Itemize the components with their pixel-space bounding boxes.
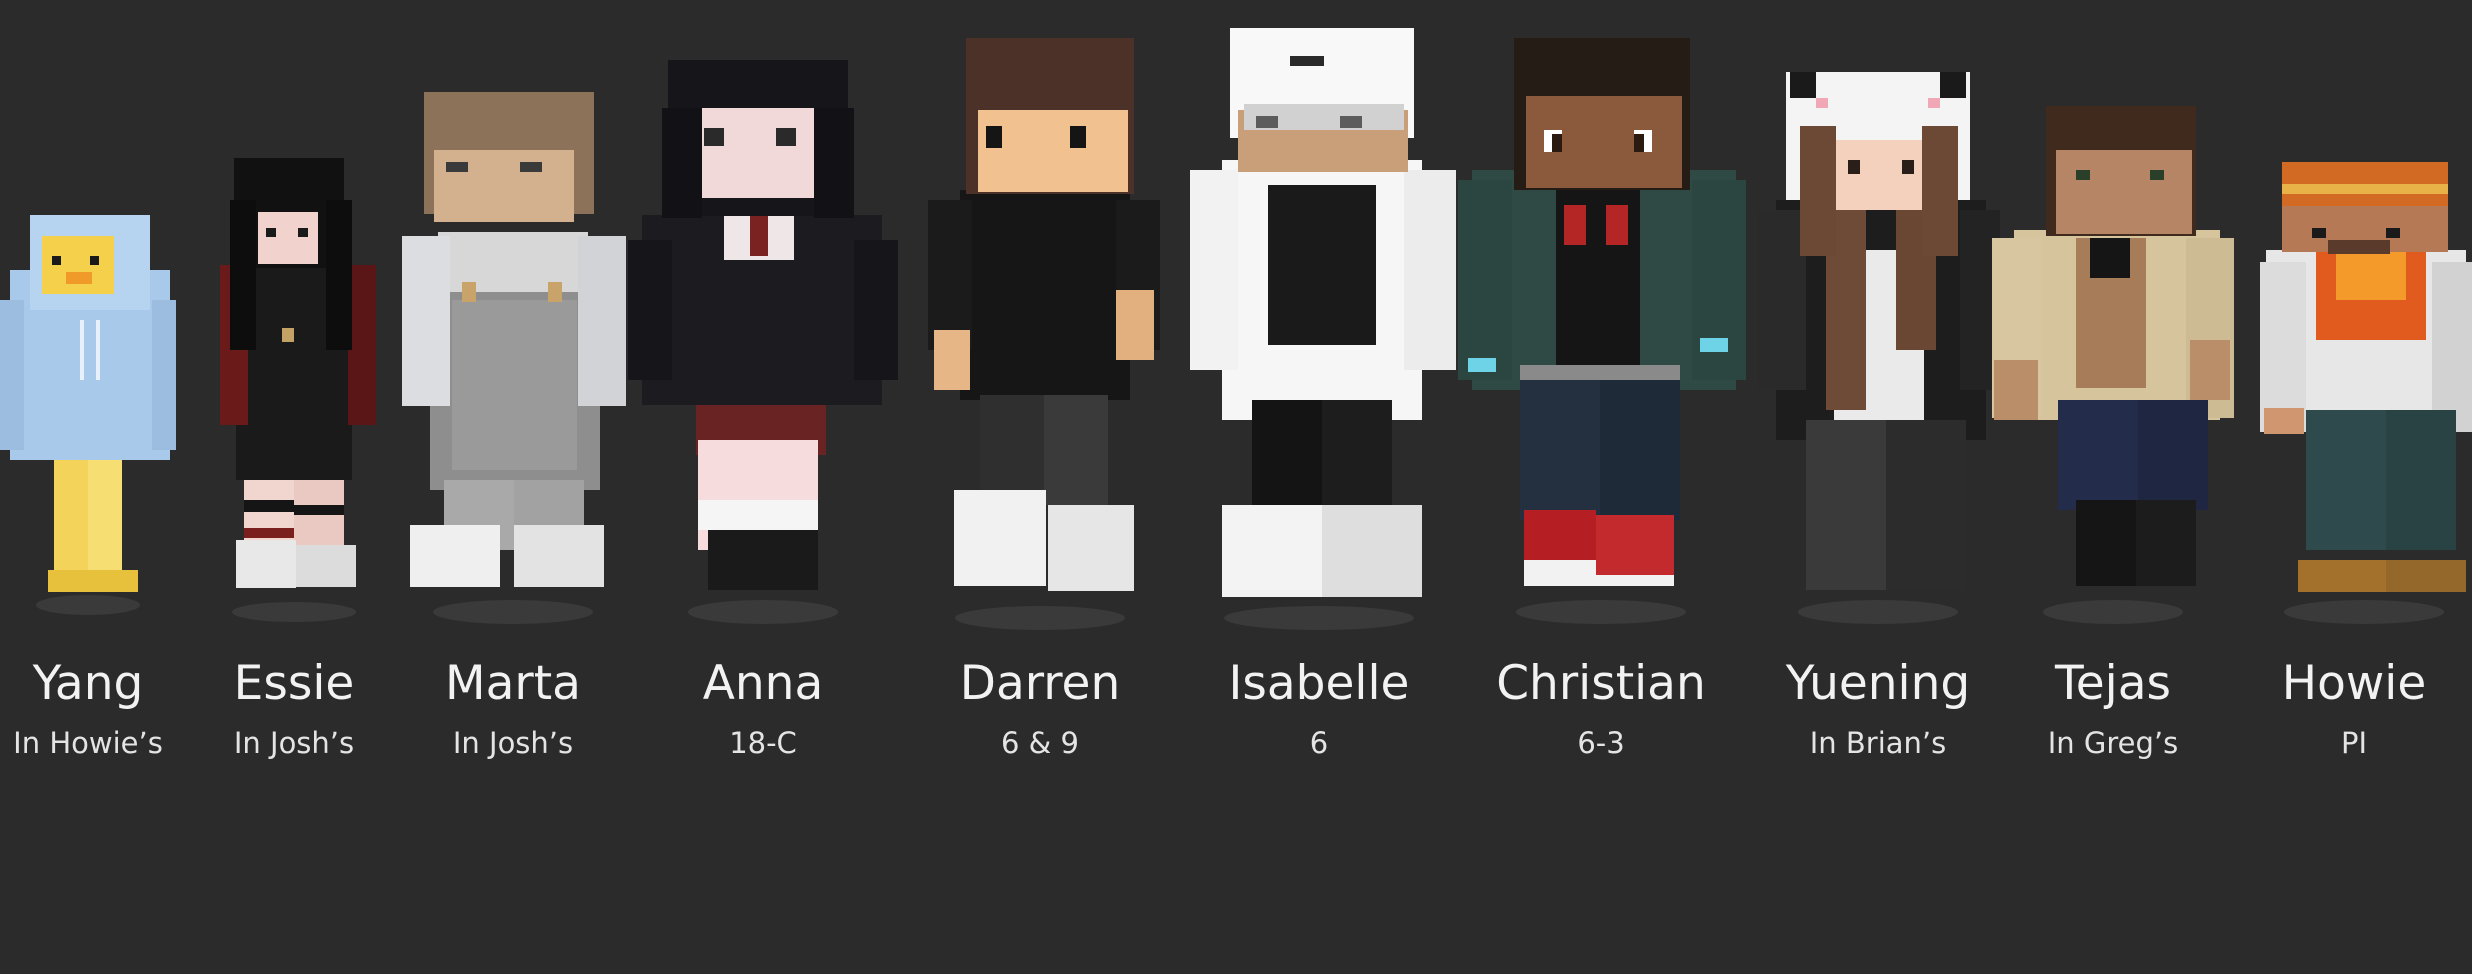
member-name: Howie xyxy=(2281,656,2427,711)
avatar-marta xyxy=(398,0,628,640)
member-marta: Marta In Josh’s xyxy=(398,0,628,974)
avatar-isabelle xyxy=(1182,0,1456,640)
member-tejas: Tejas In Greg’s xyxy=(1990,0,2236,974)
avatar-darren xyxy=(920,0,1160,640)
avatar-anna xyxy=(628,0,898,640)
member-name: Darren xyxy=(959,656,1121,711)
member-darren: Darren 6 & 9 xyxy=(920,0,1160,974)
avatar-tejas xyxy=(1990,0,2236,640)
member-name: Anna xyxy=(702,656,824,711)
member-location: 18-C xyxy=(729,726,797,760)
member-isabelle: Isabelle 6 xyxy=(1182,0,1456,974)
member-name: Yuening xyxy=(1785,656,1971,711)
member-name: Yang xyxy=(32,656,144,711)
avatar-essie xyxy=(206,0,382,640)
member-name: Marta xyxy=(445,656,581,711)
avatar-yang xyxy=(0,0,176,640)
member-essie: Essie In Josh’s xyxy=(206,0,382,974)
member-christian: Christian 6-3 xyxy=(1456,0,1746,974)
member-howie: Howie PI xyxy=(2236,0,2472,974)
member-location: 6 & 9 xyxy=(1001,726,1079,760)
member-yuening: Yuening In Brian’s xyxy=(1756,0,2000,974)
member-location: In Josh’s xyxy=(233,726,355,760)
avatar-yuening xyxy=(1756,0,2000,640)
member-anna: Anna 18-C xyxy=(628,0,898,974)
member-location: In Greg’s xyxy=(2047,726,2179,760)
member-location: 6 xyxy=(1309,726,1329,760)
member-location: In Josh’s xyxy=(452,726,574,760)
member-location: In Howie’s xyxy=(13,726,163,760)
member-name: Tejas xyxy=(2055,656,2171,711)
member-name: Christian xyxy=(1496,656,1706,711)
avatar-howie xyxy=(2236,0,2472,640)
member-yang: Yang In Howie’s xyxy=(0,0,176,974)
member-name: Isabelle xyxy=(1228,656,1410,711)
avatar-christian xyxy=(1456,0,1746,640)
member-location: 6-3 xyxy=(1577,726,1625,760)
member-name: Essie xyxy=(233,656,355,711)
member-location: PI xyxy=(2340,726,2368,760)
team-lineup: Yang In Howie’s Essie In Josh’s Marta In… xyxy=(0,0,2472,974)
member-location: In Brian’s xyxy=(1809,726,1947,760)
